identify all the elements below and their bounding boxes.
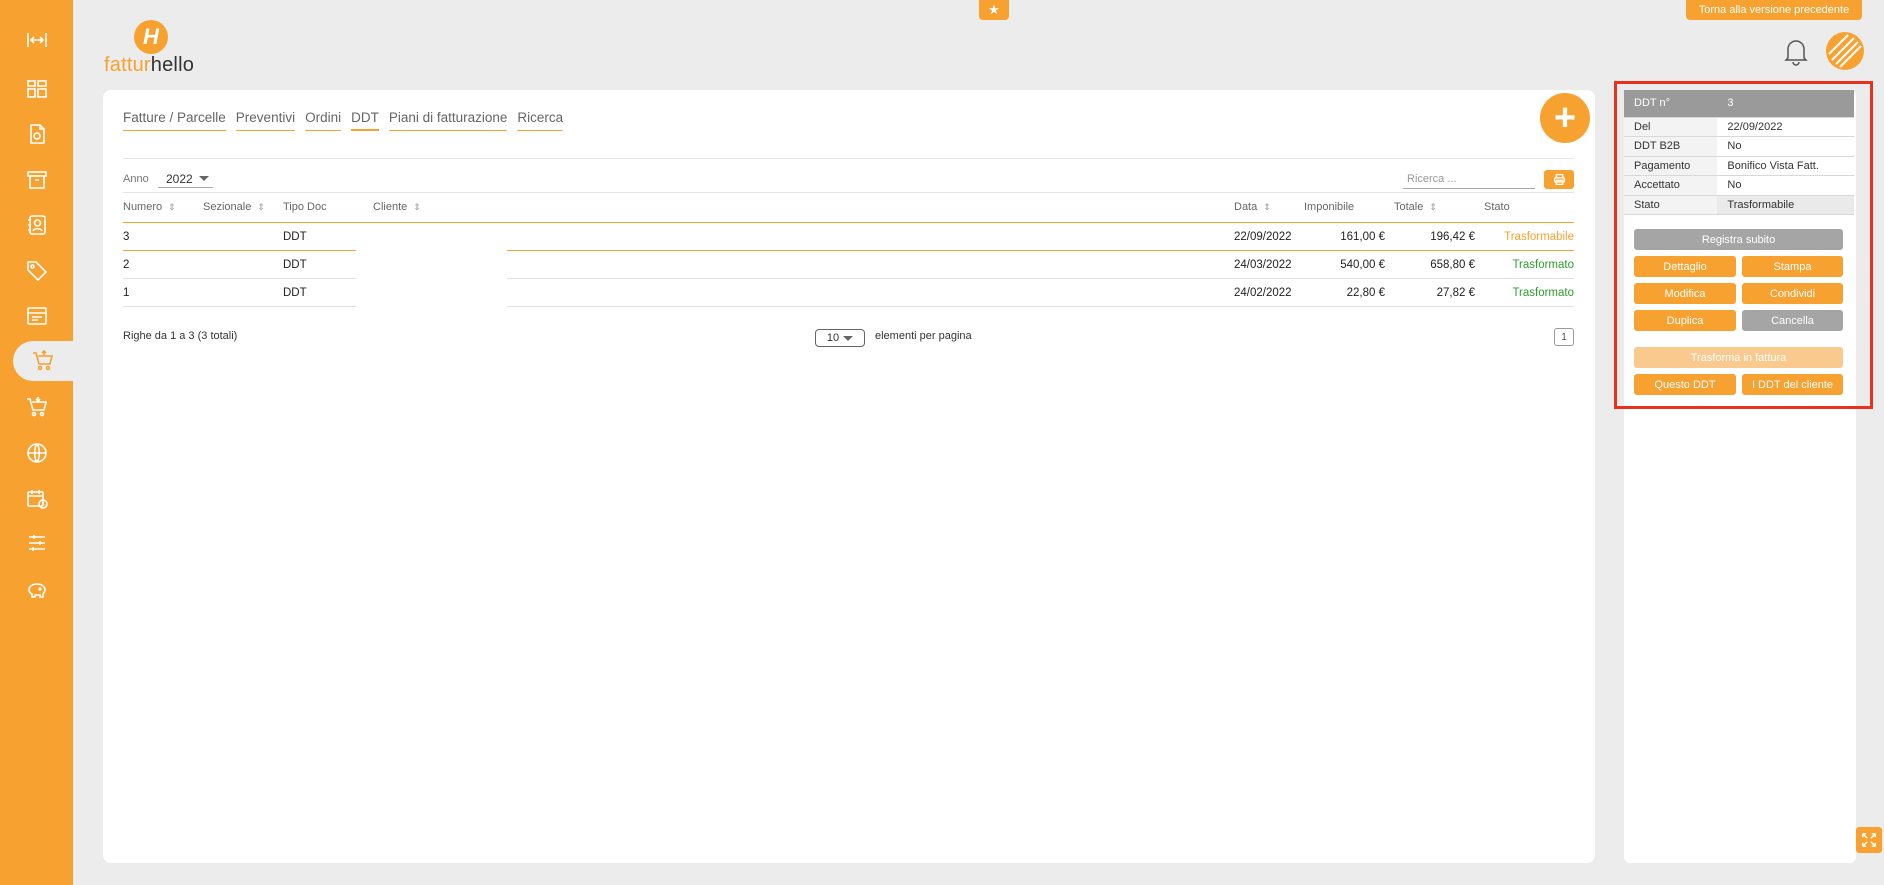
col-header-data[interactable]: Data ⇕ bbox=[1234, 201, 1271, 213]
avatar[interactable] bbox=[1826, 32, 1864, 70]
year-label: Anno bbox=[123, 173, 149, 185]
printer-icon bbox=[1553, 173, 1565, 186]
cell-stato: Trasformabile bbox=[1504, 231, 1574, 243]
cell-imponibile: 161,00 € bbox=[1340, 231, 1385, 243]
bell-icon[interactable] bbox=[1783, 36, 1809, 66]
cell-tipo: DDT bbox=[283, 231, 307, 243]
cell-stato: Trasformato bbox=[1512, 259, 1574, 271]
cell-tipo: DDT bbox=[283, 259, 307, 271]
cell-totale: 658,80 € bbox=[1430, 259, 1475, 271]
tab-ricerca[interactable]: Ricerca bbox=[517, 110, 564, 131]
sort-icon: ⇕ bbox=[257, 201, 265, 212]
logo-text: fatturhello bbox=[104, 54, 195, 76]
main-panel: Fatture / Parcelle Preventivi Ordini DDT… bbox=[103, 90, 1595, 863]
cell-data: 22/09/2022 bbox=[1234, 231, 1292, 243]
cell-totale: 196,42 € bbox=[1430, 231, 1475, 243]
sort-icon: ⇕ bbox=[168, 201, 176, 212]
sales-cart-icon[interactable] bbox=[13, 341, 73, 381]
globe-icon[interactable] bbox=[0, 433, 73, 473]
search-input[interactable] bbox=[1403, 170, 1535, 189]
cell-imponibile: 22,80 € bbox=[1346, 287, 1385, 299]
table-row[interactable]: 3 DDT 22/09/2022 161,00 € 196,42 € Trasf… bbox=[123, 223, 1574, 251]
col-header-numero[interactable]: Numero ⇕ bbox=[123, 201, 176, 213]
tab-bar: Fatture / Parcelle Preventivi Ordini DDT… bbox=[123, 110, 564, 131]
col-header-cliente[interactable]: Cliente ⇕ bbox=[373, 201, 421, 213]
col-header-totale[interactable]: Totale ⇕ bbox=[1394, 201, 1437, 213]
sort-icon: ⇕ bbox=[1263, 201, 1271, 212]
register-icon[interactable] bbox=[0, 296, 73, 336]
sort-icon: ⇕ bbox=[1429, 201, 1437, 212]
cell-data: 24/03/2022 bbox=[1234, 259, 1292, 271]
sort-icon: ⇕ bbox=[413, 201, 421, 212]
add-button[interactable]: + bbox=[1540, 93, 1590, 143]
cell-numero: 3 bbox=[123, 231, 130, 243]
cell-numero: 1 bbox=[123, 287, 130, 299]
piggy-bank-icon[interactable] bbox=[0, 570, 73, 610]
print-button[interactable] bbox=[1544, 170, 1574, 189]
chevron-down-icon bbox=[198, 176, 209, 181]
cell-data: 24/02/2022 bbox=[1234, 287, 1292, 299]
divider bbox=[123, 158, 1574, 159]
tab-preventivi[interactable]: Preventivi bbox=[235, 110, 296, 131]
divider bbox=[123, 192, 1574, 193]
tab-ordini[interactable]: Ordini bbox=[305, 110, 342, 131]
dashboard-icon[interactable] bbox=[0, 69, 73, 109]
favorite-star-button[interactable]: ★ bbox=[979, 0, 1009, 20]
calendar-clock-icon[interactable] bbox=[0, 479, 73, 519]
back-to-previous-version-button[interactable]: Torna alla versione precedente bbox=[1686, 0, 1862, 20]
contacts-icon[interactable] bbox=[0, 205, 73, 245]
per-page-label: elementi per pagina bbox=[875, 330, 972, 342]
tab-piani-fatturazione[interactable]: Piani di fatturazione bbox=[388, 110, 508, 131]
sidebar bbox=[0, 0, 73, 885]
rows-summary: Righe da 1 a 3 (3 totali) bbox=[123, 330, 238, 342]
year-select[interactable]: 2022 bbox=[158, 170, 213, 188]
star-icon: ★ bbox=[988, 2, 1000, 17]
archive-icon[interactable] bbox=[0, 160, 73, 200]
collapse-sidebar-icon[interactable] bbox=[0, 20, 73, 60]
highlight-box bbox=[1614, 81, 1873, 409]
purchase-cart-icon[interactable] bbox=[0, 387, 73, 427]
tab-ddt[interactable]: DDT bbox=[351, 110, 379, 131]
col-header-sezionale[interactable]: Sezionale ⇕ bbox=[203, 201, 265, 213]
cell-stato: Trasformato bbox=[1512, 287, 1574, 299]
invoice-icon[interactable] bbox=[0, 114, 73, 154]
sliders-icon[interactable] bbox=[0, 523, 73, 563]
page-size-select[interactable]: 10 bbox=[815, 329, 865, 347]
cell-numero: 2 bbox=[123, 259, 130, 271]
tab-fatture[interactable]: Fatture / Parcelle bbox=[123, 110, 226, 131]
col-header-imponibile: Imponibile bbox=[1304, 201, 1355, 213]
logo: H fatturhello bbox=[104, 20, 224, 76]
cell-totale: 27,82 € bbox=[1436, 287, 1475, 299]
cell-tipo: DDT bbox=[283, 287, 307, 299]
cell-imponibile: 540,00 € bbox=[1340, 259, 1385, 271]
col-header-tipo-doc: Tipo Doc bbox=[283, 201, 327, 213]
col-header-stato: Stato bbox=[1484, 201, 1510, 213]
tags-icon[interactable] bbox=[0, 251, 73, 291]
page-button[interactable]: 1 bbox=[1554, 328, 1574, 346]
expand-button[interactable] bbox=[1856, 827, 1882, 853]
logo-mark: H bbox=[134, 20, 168, 54]
expand-icon bbox=[1861, 832, 1877, 848]
chevron-down-icon bbox=[843, 335, 854, 341]
table-row[interactable]: 2 DDT 24/03/2022 540,00 € 658,80 € Trasf… bbox=[123, 251, 1574, 279]
table-row[interactable]: 1 DDT 24/02/2022 22,80 € 27,82 € Trasfor… bbox=[123, 279, 1574, 307]
